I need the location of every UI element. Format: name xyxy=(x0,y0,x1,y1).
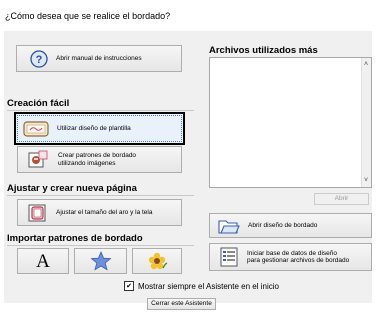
flower-pattern-icon xyxy=(146,251,168,271)
open-manual-button[interactable]: ? Abrir manual de instrucciones xyxy=(16,45,182,72)
section-easy-creation: Creación fácil xyxy=(7,98,70,109)
import-flower-button[interactable] xyxy=(132,248,182,274)
section-import-patterns: Importar patrones de bordado xyxy=(7,233,143,244)
svg-text:?: ? xyxy=(36,54,43,66)
hoop-size-label: Ajustar el tamaño del aro y la tela xyxy=(56,208,153,216)
open-embroidery-design-button[interactable]: Abrir diseño de bordado xyxy=(209,213,372,238)
design-database-button[interactable]: Iniciar base de datos de diseño para ges… xyxy=(209,243,372,271)
text-letter-icon: A xyxy=(36,250,50,272)
close-wizard-button[interactable]: Cerrar este Asistente xyxy=(147,298,216,310)
hoop-template-icon xyxy=(23,120,49,137)
open-manual-label: Abrir manual de instrucciones xyxy=(56,54,142,62)
question-icon: ? xyxy=(30,49,48,68)
create-from-image-label-1: Crear patrones de bordado xyxy=(58,152,137,159)
section-adjust-new-page: Ajustar y crear nueva página xyxy=(7,183,137,194)
recent-files-scrollbar[interactable] xyxy=(361,58,371,187)
import-text-button[interactable]: A xyxy=(17,248,69,274)
use-template-button[interactable]: Utilizar diseño de plantilla xyxy=(17,115,182,142)
checkbox-checked-icon[interactable]: ✔ xyxy=(124,281,134,291)
star-pattern-icon xyxy=(89,251,112,271)
open-recent-button[interactable]: Abrir xyxy=(314,193,369,205)
database-list-icon xyxy=(219,247,239,267)
create-from-image-label-2: utilizando imágenes xyxy=(58,159,116,167)
show-wizard-option[interactable]: ✔ Mostrar siempre el Asistente en el ini… xyxy=(124,281,279,291)
close-wizard-label: Cerrar este Asistente xyxy=(151,300,212,308)
scroll-up-icon[interactable]: ˄ xyxy=(362,61,370,68)
design-database-label-2: para gestionar archivos de bordado xyxy=(247,257,350,264)
import-star-button[interactable] xyxy=(74,248,127,274)
use-template-label: Utilizar diseño de plantilla xyxy=(57,124,131,132)
scroll-down-icon[interactable]: ˅ xyxy=(362,177,370,184)
image-embroidery-icon xyxy=(27,150,49,170)
dialog-question: ¿Cómo desea que se realice el bordado? xyxy=(5,11,171,21)
hoop-size-button[interactable]: Ajustar el tamaño del aro y la tela xyxy=(17,199,182,226)
section-divider xyxy=(7,110,194,111)
section-divider xyxy=(7,245,194,246)
open-recent-label: Abrir xyxy=(334,195,349,203)
create-from-image-button[interactable]: Crear patrones de bordado utilizando imá… xyxy=(17,146,182,173)
show-wizard-label: Mostrar siempre el Asistente en el inici… xyxy=(138,281,279,291)
recent-files-heading: Archivos utilizados más xyxy=(209,45,318,56)
section-divider xyxy=(7,195,194,196)
design-database-label-1: Iniciar base de datos de diseño xyxy=(247,249,337,257)
hoop-size-icon xyxy=(27,203,47,223)
open-folder-icon xyxy=(218,217,240,235)
recent-files-list[interactable] xyxy=(209,57,372,188)
open-embroidery-design-label: Abrir diseño de bordado xyxy=(248,221,318,229)
